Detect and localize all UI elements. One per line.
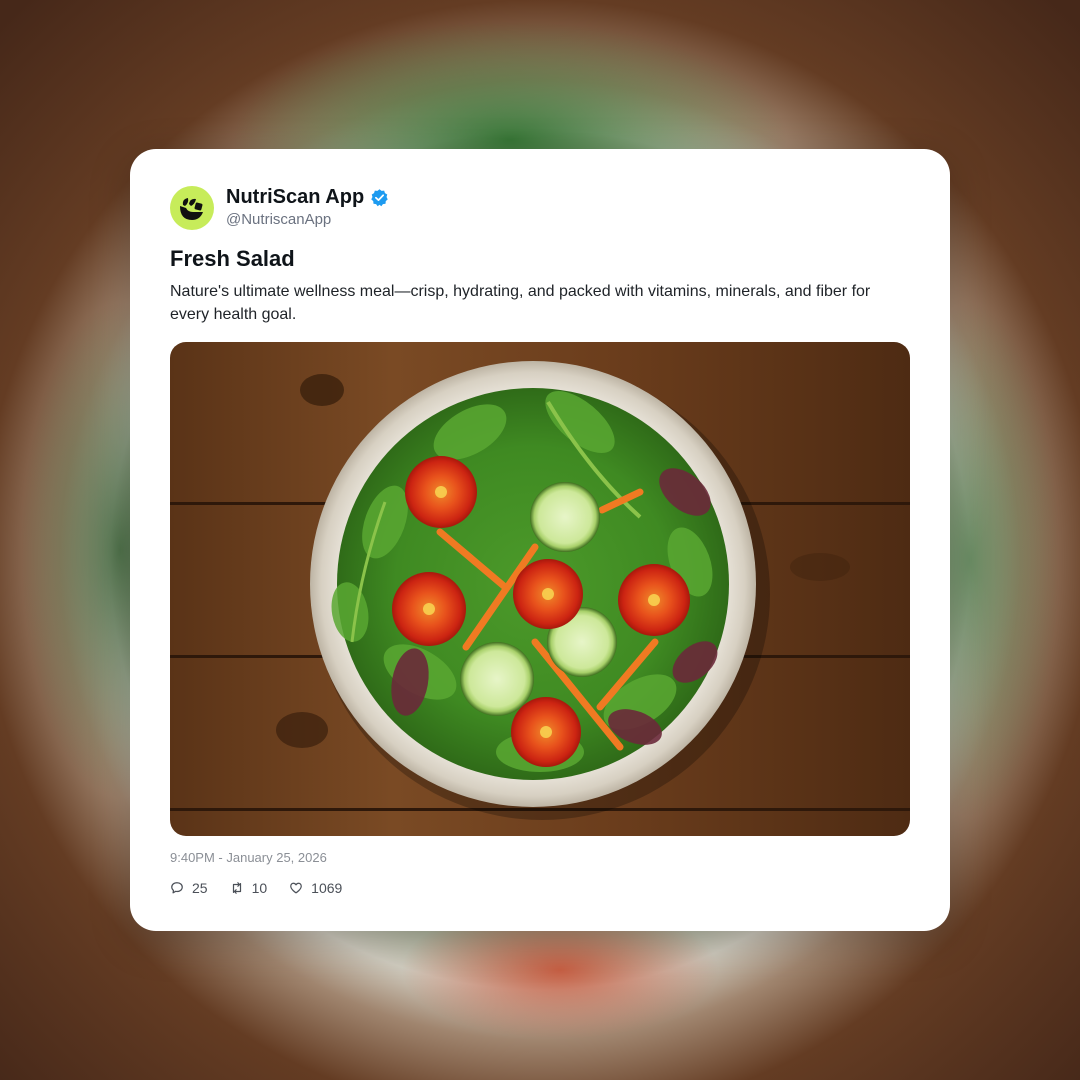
post-body: Nature's ultimate wellness meal—crisp, h… — [170, 283, 871, 323]
repost-button[interactable]: 10 — [230, 880, 268, 896]
post-card: NutriScan App @NutriscanApp Fresh Salad … — [130, 149, 950, 931]
heart-icon — [290, 882, 303, 894]
nutriscan-logo-icon — [180, 197, 203, 220]
reply-button[interactable]: 25 — [170, 880, 208, 896]
like-button[interactable]: 1069 — [289, 880, 342, 896]
like-count: 1069 — [311, 880, 343, 896]
reply-count: 25 — [192, 880, 208, 896]
user-handle[interactable]: @NutriscanApp — [226, 210, 389, 230]
avatar[interactable] — [170, 185, 214, 230]
repost-icon — [232, 882, 241, 894]
post-timestamp: 9:40PM - January 25, 2026 — [170, 850, 327, 865]
post-header: NutriScan App @NutriscanApp — [170, 185, 389, 230]
post-actions: 25 10 1069 — [170, 880, 364, 896]
post-title: Fresh Salad — [170, 246, 295, 271]
display-name[interactable]: NutriScan App — [226, 185, 364, 209]
post-image[interactable] — [170, 342, 910, 836]
salad-bowl-photo — [170, 342, 910, 836]
comment-icon — [171, 882, 183, 894]
repost-count: 10 — [251, 880, 268, 896]
verified-badge-icon — [371, 188, 388, 206]
